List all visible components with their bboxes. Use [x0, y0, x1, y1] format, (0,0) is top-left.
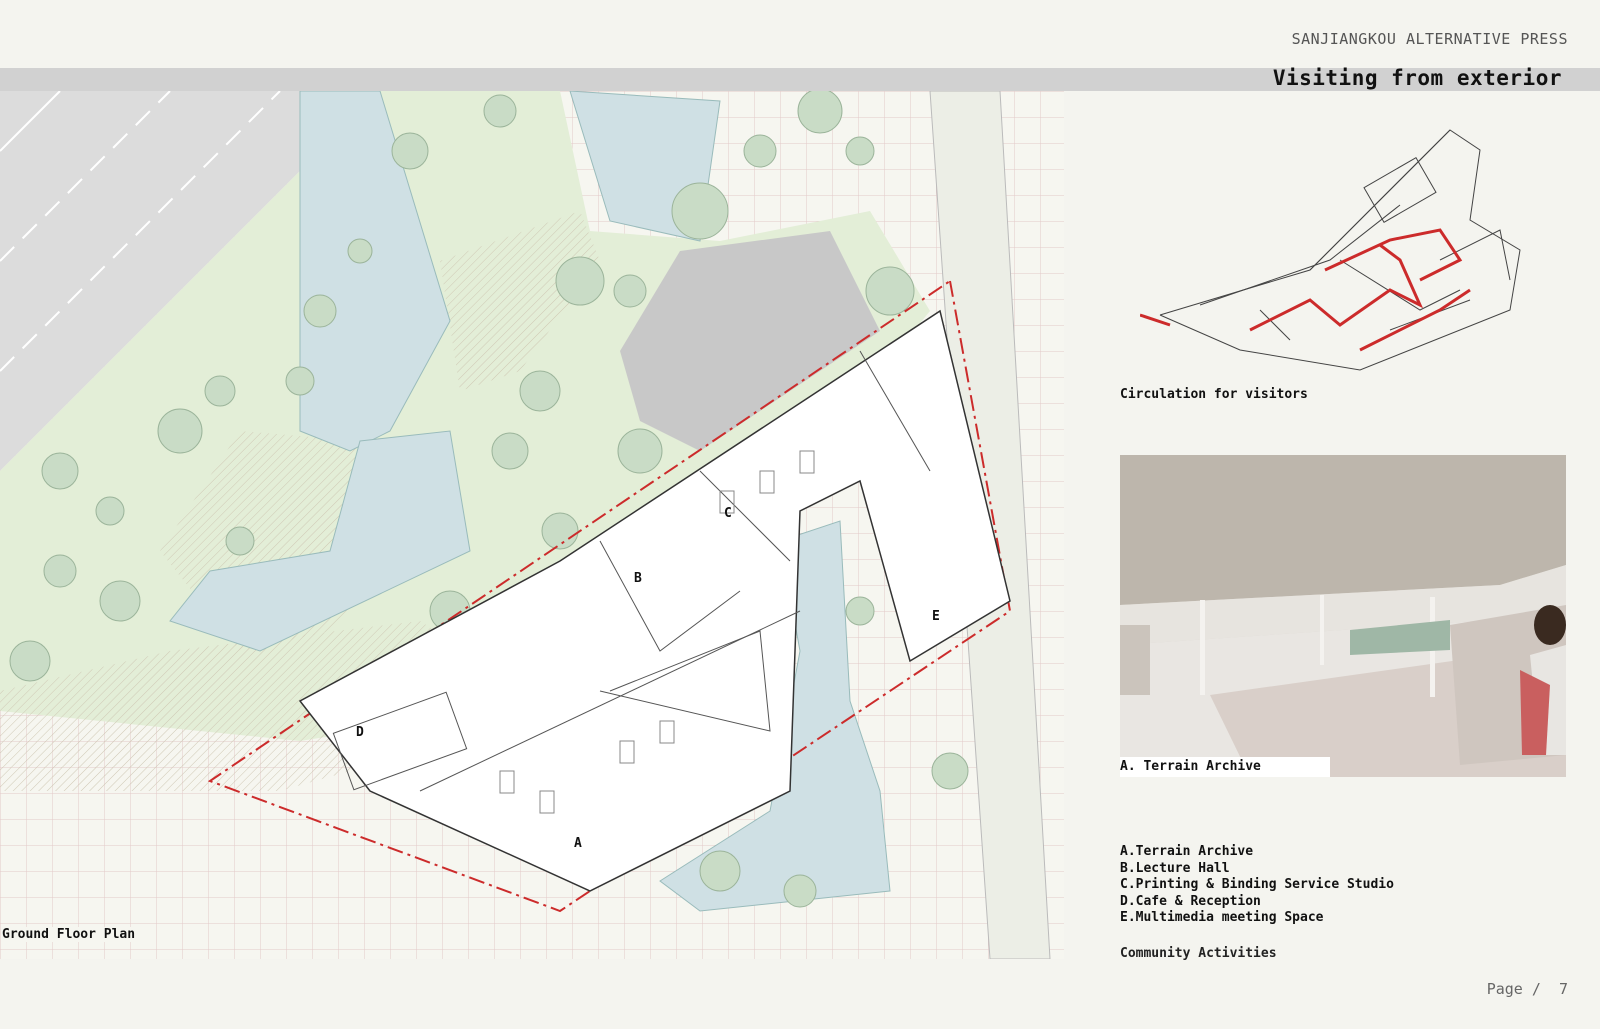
plan-caption: Ground Floor Plan — [2, 927, 136, 942]
page-number: Page / 7 — [1487, 980, 1568, 998]
zone-label-d: D — [356, 725, 364, 740]
zone-label-c: C — [724, 506, 732, 521]
ground-floor-plan: A B C D E Ground Floor Plan — [0, 91, 1064, 959]
legend-item-a: A.Terrain Archive — [1120, 844, 1254, 859]
zone-label-b: B — [634, 571, 642, 586]
legend-item-d: D.Cafe & Reception — [1120, 893, 1261, 909]
community-activities-label: Community Activities — [1120, 946, 1277, 961]
circulation-caption: Circulation for visitors — [1120, 387, 1308, 402]
terrain-archive-render: A. Terrain Archive — [1120, 455, 1566, 777]
publisher-name: SANJIANGKOU ALTERNATIVE PRESS — [1291, 30, 1568, 48]
zone-label-e: E — [932, 609, 940, 624]
zone-legend: A.Terrain Archive B.Lecture Hall C.Print… — [1120, 844, 1394, 927]
render-caption: A. Terrain Archive — [1120, 759, 1261, 774]
page-label: Page / — [1486, 980, 1541, 998]
legend-item-c: C.Printing & Binding Service Studio — [1120, 877, 1394, 892]
legend-item-b: B.Lecture Hall — [1120, 860, 1230, 876]
page-number-value: 7 — [1558, 980, 1568, 998]
circulation-diagram — [1139, 110, 1560, 390]
page-title: Visiting from exterior — [1272, 66, 1562, 90]
zone-label-a: A — [574, 836, 582, 851]
legend-item-e: E.Multimedia meeting Space — [1120, 910, 1324, 925]
